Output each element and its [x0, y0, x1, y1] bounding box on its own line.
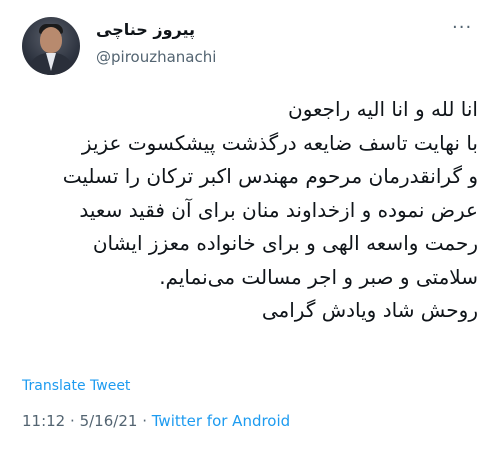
- tweet-source[interactable]: Twitter for Android: [152, 412, 290, 430]
- tweet-date[interactable]: 5/16/21: [80, 412, 138, 430]
- tweet-line: رحمت واسعه الهی و برای خانواده معزز ایشا…: [92, 231, 478, 255]
- avatar[interactable]: [22, 17, 80, 75]
- tweet-line: عرض نموده و ازخداوند منان برای آن فقید س…: [79, 197, 478, 222]
- tweet-line: با نهایت تاسف ضایعه درگذشت پیشکسوت عزیز: [81, 130, 478, 155]
- tweet-text: انا لله و انا الیه راجعون با نهایت تاسف …: [20, 93, 478, 328]
- display-name[interactable]: پیروز حناچی: [96, 20, 216, 39]
- tweet-time[interactable]: 11:12: [22, 412, 65, 430]
- tweet-meta: 11:12 · 5/16/21 · Twitter for Android: [22, 412, 290, 430]
- more-dots-icon[interactable]: ···: [452, 19, 476, 37]
- tweet-line: سلامتی و صبر و اجر مسالت می‌نمایم.: [159, 264, 478, 289]
- avatar-face: [40, 27, 62, 53]
- tweet-line: انا لله و انا الیه راجعون: [288, 97, 478, 121]
- meta-separator: ·: [70, 412, 75, 430]
- tweet-line: روحش شاد ویادش گرامی: [261, 298, 478, 322]
- translate-tweet-link[interactable]: Translate Tweet: [22, 378, 130, 394]
- meta-separator: ·: [142, 412, 147, 430]
- user-handle[interactable]: @pirouzhanachi: [96, 48, 216, 66]
- tweet-line: و گرانقدرمان مرحوم مهندس اکبر ترکان را ت…: [62, 164, 478, 188]
